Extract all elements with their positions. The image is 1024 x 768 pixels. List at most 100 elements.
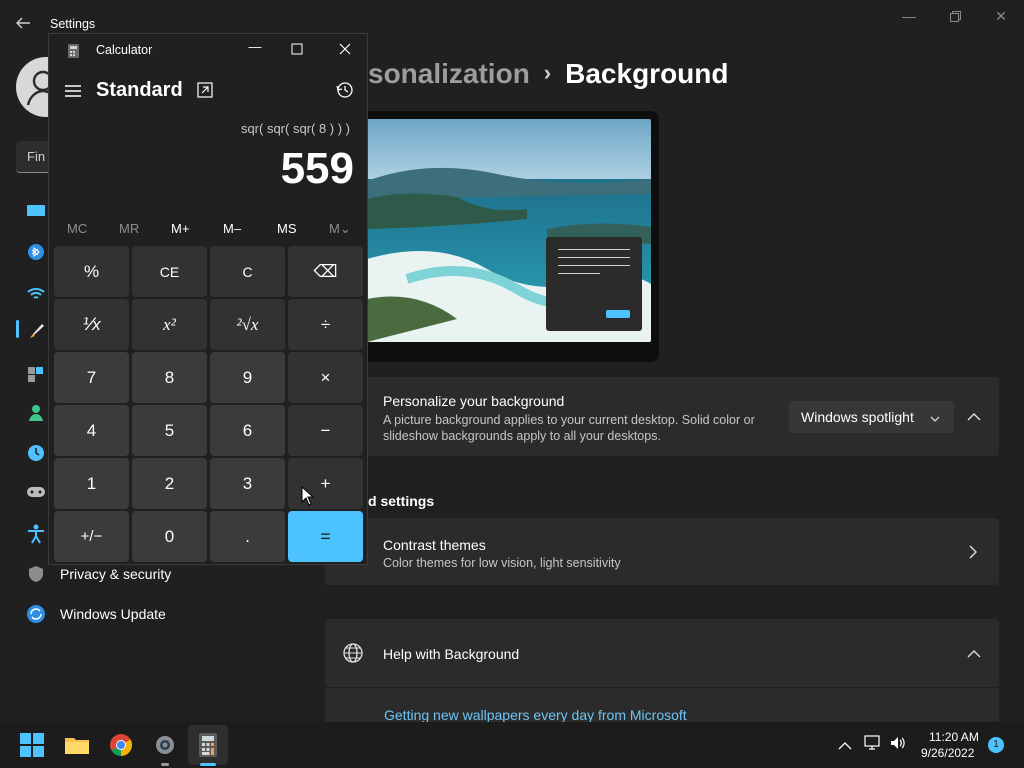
breadcrumb-separator: ›: [543, 60, 552, 85]
chevron-up-icon: [967, 650, 981, 658]
negate-button[interactable]: +/−: [54, 511, 129, 562]
monitor-icon: [27, 205, 45, 216]
calculator-window: Calculator — Standard sqr( sqr( sqr( 8 )…: [48, 33, 368, 565]
memory-recall-button[interactable]: MR: [119, 221, 139, 236]
subtract-button[interactable]: −: [288, 405, 363, 456]
restore-icon[interactable]: [933, 4, 977, 28]
show-hidden-icons-button[interactable]: [838, 738, 852, 756]
help-title: Help with Background: [383, 646, 520, 662]
sidebar-item-gaming[interactable]: [26, 485, 46, 504]
square-root-button[interactable]: ²√x: [210, 299, 285, 350]
sidebar-item-time[interactable]: [26, 444, 46, 467]
start-button[interactable]: [16, 729, 48, 761]
chevron-down-icon: [930, 411, 940, 427]
breadcrumb-parent[interactable]: sonalization: [368, 58, 530, 89]
add-button[interactable]: +: [288, 458, 363, 509]
sidebar-item-apps[interactable]: [26, 364, 46, 387]
sidebar-item-privacy[interactable]: Privacy & security: [26, 564, 171, 584]
digit-1-button[interactable]: 1: [54, 458, 129, 509]
personalize-desc-line2: slideshow backgrounds apply to all your …: [383, 429, 661, 443]
chrome-icon: [110, 734, 132, 756]
history-icon[interactable]: [336, 81, 354, 104]
divide-button[interactable]: ÷: [288, 299, 363, 350]
digit-2-button[interactable]: 2: [132, 458, 207, 509]
accessibility-icon: [28, 524, 44, 544]
digit-7-button[interactable]: 7: [54, 352, 129, 403]
clock-icon: [28, 445, 44, 461]
window-title: Settings: [50, 17, 96, 31]
mouse-cursor-icon: [301, 485, 315, 511]
settings-taskbar-button[interactable]: [149, 729, 181, 761]
clock-date[interactable]: 9/26/2022: [921, 746, 974, 760]
sidebar-item-system[interactable]: [26, 203, 46, 224]
digit-6-button[interactable]: 6: [210, 405, 285, 456]
collapse-personalize-button[interactable]: [966, 410, 982, 428]
collapse-help-button[interactable]: [966, 647, 982, 665]
digit-5-button[interactable]: 5: [132, 405, 207, 456]
clear-entry-button[interactable]: CE: [132, 246, 207, 297]
help-link-wallpapers[interactable]: Getting new wallpapers every day from Mi…: [384, 707, 687, 722]
chevron-up-icon: [967, 413, 981, 421]
backspace-button[interactable]: ⌫: [288, 246, 363, 297]
multiply-button[interactable]: ×: [288, 352, 363, 403]
memory-add-button[interactable]: M+: [171, 221, 189, 236]
network-icon[interactable]: [864, 735, 882, 756]
calculator-taskbar-button[interactable]: [188, 725, 228, 765]
calculator-active-indicator: [200, 763, 216, 766]
sidebar-item-bluetooth[interactable]: [26, 243, 46, 266]
sidebar-label: Privacy & security: [60, 566, 172, 582]
memory-subtract-button[interactable]: M–: [223, 221, 241, 236]
digit-0-button[interactable]: 0: [132, 511, 207, 562]
digit-3-button[interactable]: 3: [210, 458, 285, 509]
digit-8-button[interactable]: 8: [132, 352, 207, 403]
sidebar-item-accessibility[interactable]: [26, 524, 46, 549]
globe-icon: [342, 642, 364, 669]
sidebar-item-network[interactable]: [26, 285, 46, 306]
settings-running-indicator: [161, 763, 169, 766]
keep-on-top-icon[interactable]: [197, 82, 213, 103]
back-arrow-icon[interactable]: [14, 14, 32, 32]
volume-icon[interactable]: [889, 735, 907, 756]
windows-logo-icon: [20, 733, 44, 757]
clear-button[interactable]: C: [210, 246, 285, 297]
wifi-icon: [27, 288, 45, 299]
decimal-button[interactable]: .: [210, 511, 285, 562]
percent-button[interactable]: %: [54, 246, 129, 297]
square-button[interactable]: x²: [132, 299, 207, 350]
gear-icon: [156, 736, 174, 754]
sidebar-item-accounts[interactable]: [26, 404, 46, 427]
minimize-icon[interactable]: —: [887, 4, 931, 28]
clock-time[interactable]: 11:20 AM: [929, 730, 979, 744]
apps-icon: [28, 367, 43, 382]
preview-window-mockup: [546, 237, 642, 331]
background-type-dropdown[interactable]: Windows spotlight: [789, 401, 954, 433]
calc-close-icon[interactable]: [339, 42, 351, 60]
calc-minimize-icon[interactable]: —: [245, 39, 265, 59]
file-explorer-button[interactable]: [61, 729, 93, 761]
calc-maximize-icon[interactable]: [291, 42, 303, 60]
shield-icon: [29, 566, 43, 582]
breadcrumb: sonalization › Background: [368, 58, 728, 90]
memory-store-button[interactable]: MS: [277, 221, 297, 236]
sidebar-item-windows-update[interactable]: Windows Update: [26, 604, 166, 624]
page-title: Background: [565, 58, 729, 89]
equals-button[interactable]: =: [288, 511, 363, 562]
memory-clear-button[interactable]: MC: [67, 221, 87, 236]
notification-badge[interactable]: 1: [988, 737, 1004, 753]
calculator-app-icon: [67, 43, 81, 64]
memory-list-button[interactable]: M⌄: [329, 221, 351, 237]
close-icon[interactable]: ✕: [979, 4, 1023, 28]
calculator-title: Calculator: [96, 43, 153, 57]
search-input-text: Fin: [27, 149, 46, 164]
menu-icon[interactable]: [65, 84, 81, 103]
brush-icon: [30, 324, 44, 338]
gamepad-icon: [27, 487, 45, 497]
reciprocal-button[interactable]: ⅟x: [54, 299, 129, 350]
sidebar-label: Windows Update: [60, 606, 166, 622]
sidebar-item-personalization[interactable]: [26, 322, 46, 345]
personalize-title: Personalize your background: [383, 393, 565, 409]
digit-4-button[interactable]: 4: [54, 405, 129, 456]
chrome-button[interactable]: [105, 729, 137, 761]
update-icon: [27, 605, 45, 623]
digit-9-button[interactable]: 9: [210, 352, 285, 403]
